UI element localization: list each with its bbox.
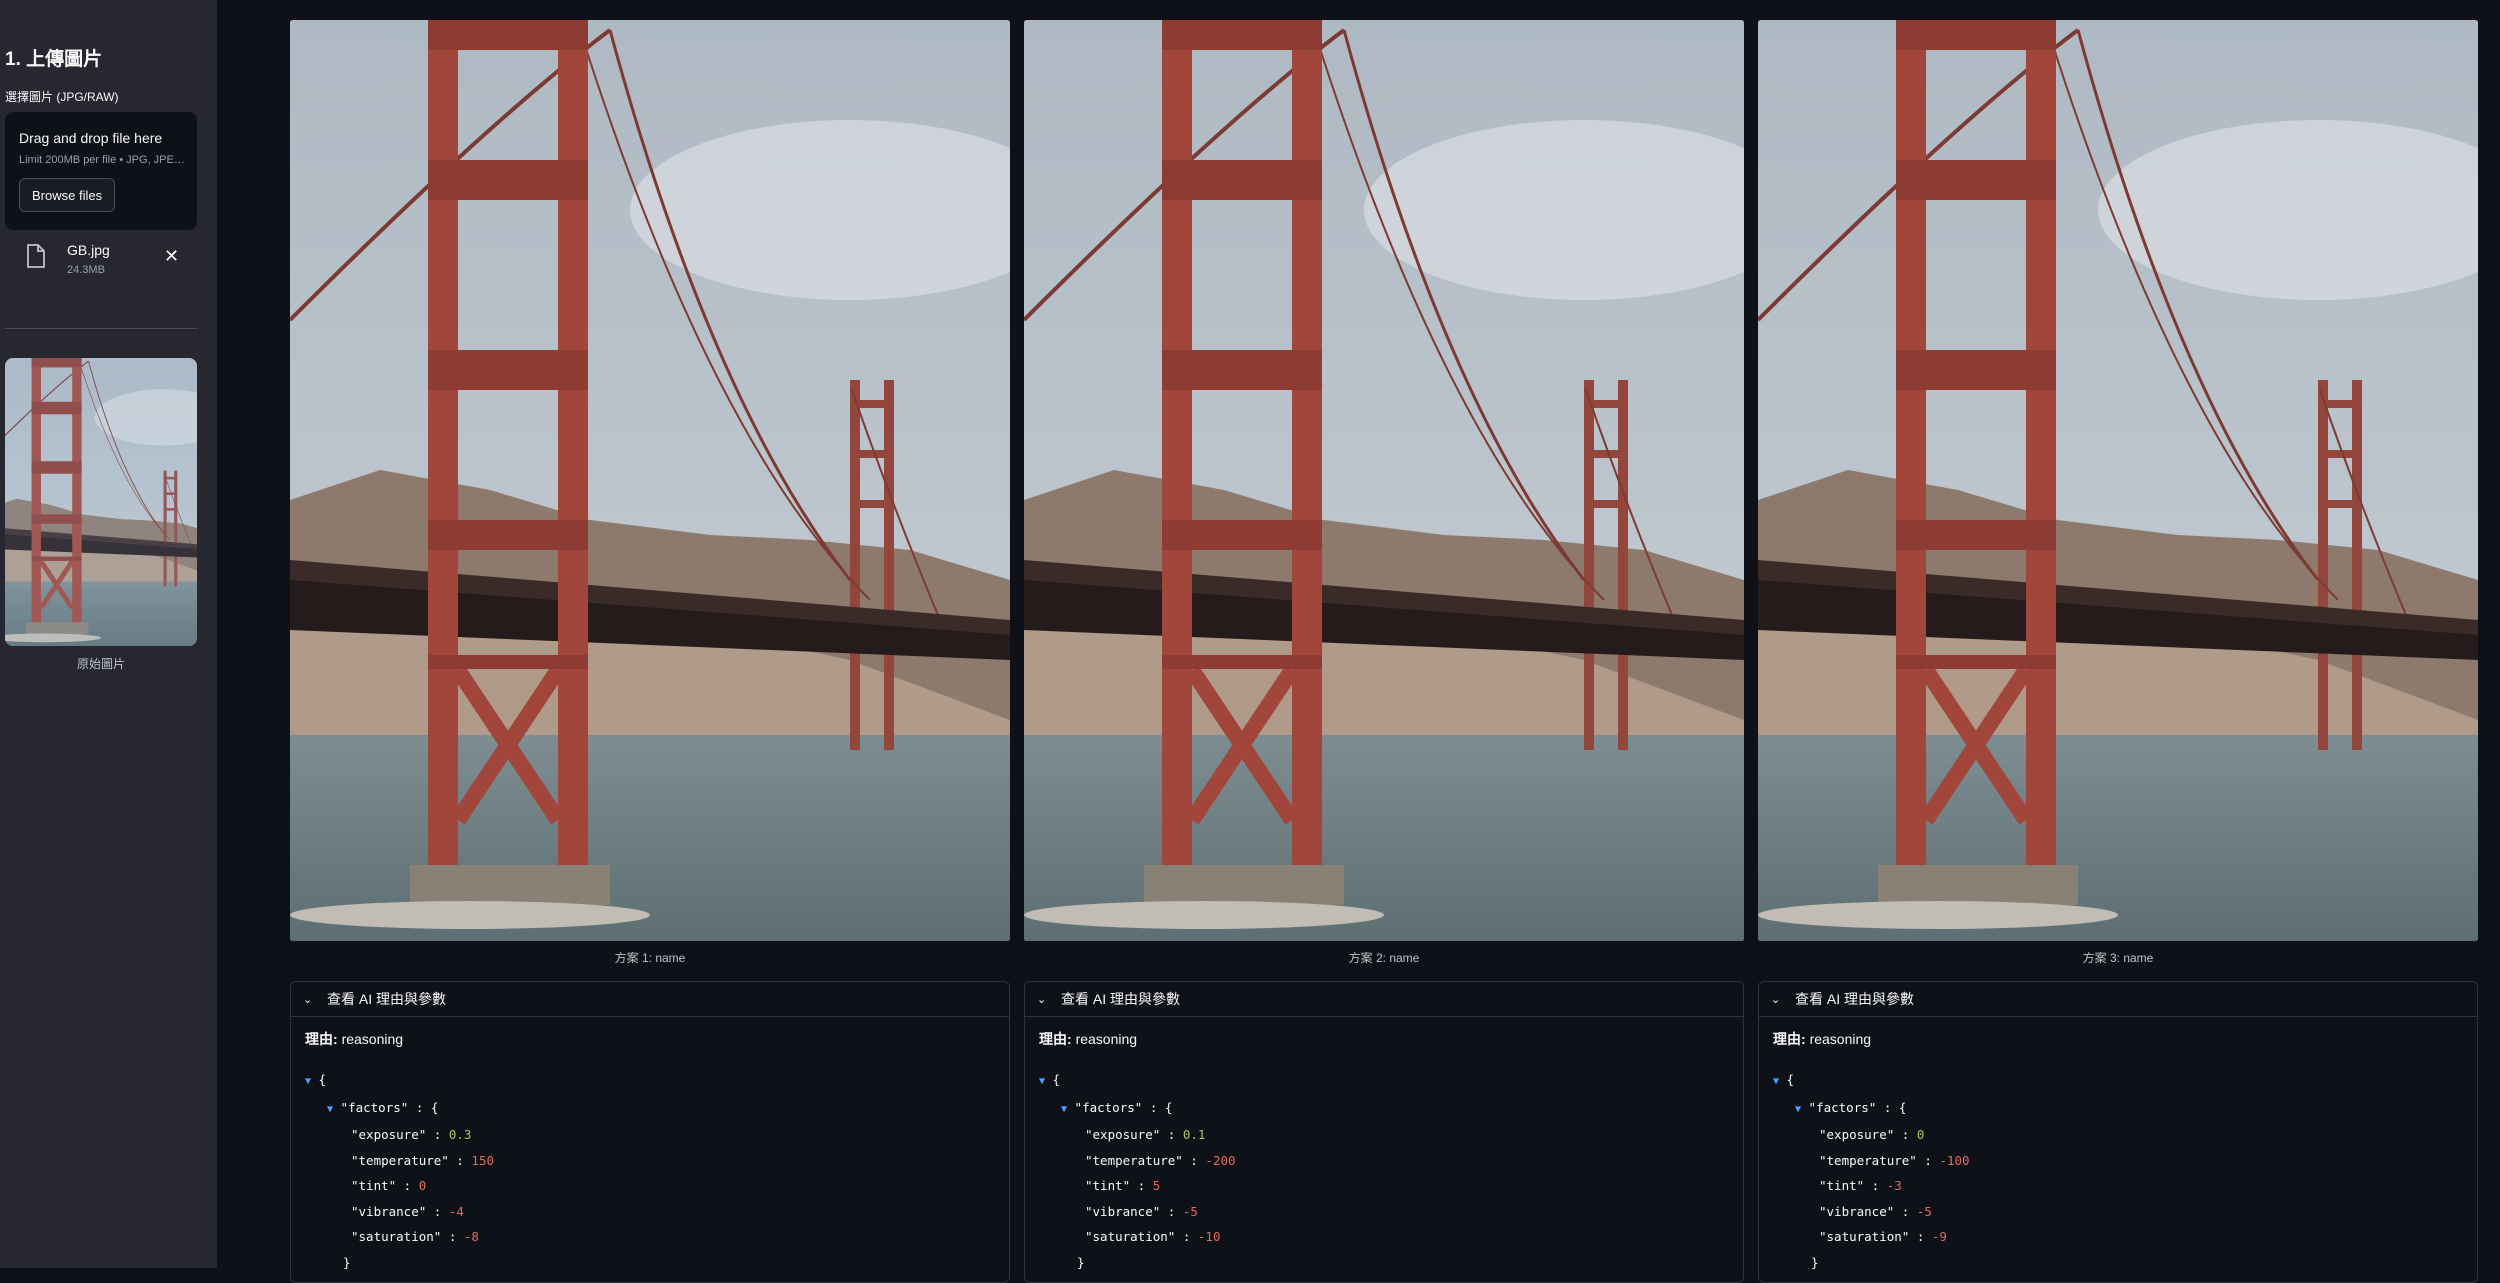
file-name: GB.jpg xyxy=(67,242,110,258)
proposal-column-3: 方案 3: name ⌄ 查看 AI 理由與參數 理由: reasoning ▼… xyxy=(1758,20,2478,1283)
collapse-triangle-icon[interactable]: ▼ xyxy=(305,1076,311,1087)
saturation-value: -10 xyxy=(1197,1229,1221,1244)
ai-reasoning-expander[interactable]: ⌄ 查看 AI 理由與參數 理由: reasoning ▼ { ▼ "facto… xyxy=(1758,981,2478,1283)
reason-value: reasoning xyxy=(341,1031,404,1047)
file-size: 24.3MB xyxy=(67,264,105,276)
proposal-column-1: 方案 1: name ⌄ 查看 AI 理由與參數 理由: reasoning ▼… xyxy=(290,20,1010,1283)
tint-value: 5 xyxy=(1152,1178,1161,1193)
reason-value: reasoning xyxy=(1075,1031,1138,1047)
reason-prefix: 理由: xyxy=(1773,1031,1806,1047)
proposal-caption: 方案 3: name xyxy=(2082,951,2154,965)
expander-label: 查看 AI 理由與參數 xyxy=(1795,991,1915,1007)
collapse-triangle-icon[interactable]: ▼ xyxy=(1039,1076,1045,1087)
exposure-value: 0.3 xyxy=(448,1127,472,1142)
vibrance-value: -5 xyxy=(1182,1203,1198,1219)
collapse-triangle-icon[interactable]: ▼ xyxy=(1061,1104,1067,1115)
reason-value: reasoning xyxy=(1809,1031,1872,1047)
temperature-value: -100 xyxy=(1939,1152,1970,1168)
proposal-caption: 方案 2: name xyxy=(1348,951,1420,965)
sidebar: 1. 上傳圖片 選擇圖片 (JPG/RAW) Drag and drop fil… xyxy=(0,0,217,1268)
proposal-caption: 方案 1: name xyxy=(614,951,686,965)
file-dropzone[interactable]: Drag and drop file here Limit 200MB per … xyxy=(5,112,197,230)
json-viewer: ▼ { ▼ "factors" : { "exposure" : 0.1 "te… xyxy=(1039,1072,1236,1270)
thumbnail-caption: 原始圖片 xyxy=(76,657,125,671)
exposure-value: 0.1 xyxy=(1182,1127,1206,1142)
vibrance-value: -5 xyxy=(1916,1203,1932,1219)
collapse-triangle-icon[interactable]: ▼ xyxy=(1773,1076,1779,1087)
exposure-value: 0 xyxy=(1916,1127,1925,1142)
reason-prefix: 理由: xyxy=(305,1031,338,1047)
reason-text: 理由: reasoning xyxy=(1773,1029,2463,1049)
remove-file-icon[interactable]: ✕ xyxy=(164,246,179,267)
proposal-column-2: 方案 2: name ⌄ 查看 AI 理由與參數 理由: reasoning ▼… xyxy=(1024,20,1744,1283)
temperature-value: -200 xyxy=(1205,1152,1236,1168)
proposal-image xyxy=(290,20,1010,941)
json-viewer: ▼ { ▼ "factors" : { "exposure" : 0.3 "te… xyxy=(305,1072,494,1270)
file-icon xyxy=(27,244,45,268)
saturation-value: -9 xyxy=(1931,1229,1947,1244)
uploader-label: 選擇圖片 (JPG/RAW) xyxy=(5,90,119,104)
reason-text: 理由: reasoning xyxy=(305,1029,995,1049)
reason-text: 理由: reasoning xyxy=(1039,1029,1729,1049)
ai-reasoning-expander[interactable]: ⌄ 查看 AI 理由與參數 理由: reasoning ▼ { ▼ "facto… xyxy=(1024,981,1744,1283)
uploaded-file: GB.jpg 24.3MB ✕ xyxy=(5,236,197,286)
sidebar-title: 1. 上傳圖片 xyxy=(5,49,103,70)
vibrance-value: -4 xyxy=(448,1203,464,1219)
tint-value: 0 xyxy=(418,1178,427,1193)
dropzone-limit: Limit 200MB per file • JPG, JPEG, PNG, R… xyxy=(19,154,189,166)
saturation-value: -8 xyxy=(463,1229,479,1244)
expander-header[interactable]: ⌄ 查看 AI 理由與參數 xyxy=(1759,982,2477,1017)
proposal-image xyxy=(1024,20,1744,941)
tint-value: -3 xyxy=(1886,1178,1902,1193)
collapse-triangle-icon[interactable]: ▼ xyxy=(327,1104,333,1115)
chevron-down-icon: ⌄ xyxy=(303,993,313,1006)
original-image-thumbnail xyxy=(5,358,197,646)
ai-reasoning-expander[interactable]: ⌄ 查看 AI 理由與參數 理由: reasoning ▼ { ▼ "facto… xyxy=(290,981,1010,1283)
temperature-value: 150 xyxy=(471,1152,494,1168)
chevron-down-icon: ⌄ xyxy=(1771,993,1781,1006)
reason-prefix: 理由: xyxy=(1039,1031,1072,1047)
divider xyxy=(5,328,197,329)
expander-header[interactable]: ⌄ 查看 AI 理由與參數 xyxy=(1025,982,1743,1017)
collapse-triangle-icon[interactable]: ▼ xyxy=(1795,1104,1801,1115)
expander-label: 查看 AI 理由與參數 xyxy=(327,991,447,1007)
browse-files-button[interactable]: Browse files xyxy=(19,178,116,212)
expander-header[interactable]: ⌄ 查看 AI 理由與參數 xyxy=(291,982,1009,1017)
json-viewer: ▼ { ▼ "factors" : { "exposure" : 0 "temp… xyxy=(1773,1072,1970,1270)
expander-label: 查看 AI 理由與參數 xyxy=(1061,991,1181,1007)
dropzone-instructions: Drag and drop file here xyxy=(19,130,163,146)
chevron-down-icon: ⌄ xyxy=(1037,993,1047,1006)
proposal-image xyxy=(1758,20,2478,941)
